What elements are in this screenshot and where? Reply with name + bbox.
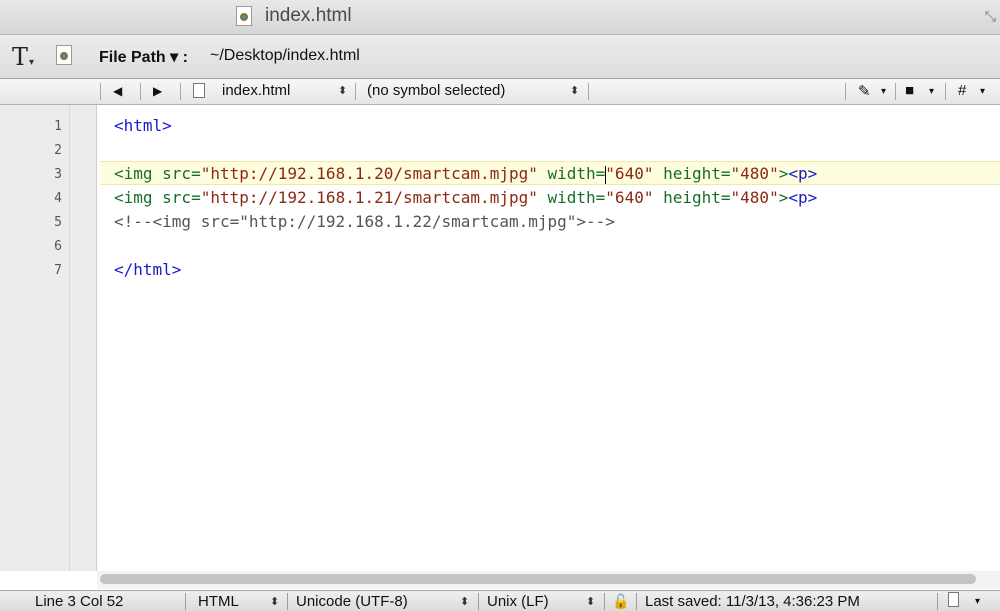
separator <box>185 593 186 610</box>
encoding-arrows-icon[interactable]: ⬍ <box>460 595 469 608</box>
symbol-popup-arrows-icon[interactable]: ⬍ <box>570 84 579 97</box>
src-attribute: src= <box>152 188 201 207</box>
language-arrows-icon[interactable]: ⬍ <box>270 595 279 608</box>
height-attribute: height= <box>653 164 731 183</box>
height-value: "480" <box>730 188 779 207</box>
back-button[interactable]: ◀ <box>113 84 122 98</box>
width-value: "640" <box>605 164 654 183</box>
preview-in-browser-icon[interactable] <box>56 45 72 65</box>
navigation-bar: ◀ ▶ index.html ⬍ (no symbol selected) ⬍ … <box>0 79 1000 105</box>
separator <box>140 83 141 100</box>
separator <box>945 83 946 100</box>
height-attribute: height= <box>653 188 731 207</box>
width-attribute: width= <box>537 164 606 183</box>
html-open-tag: <html> <box>114 116 172 135</box>
code-line-3[interactable]: <img src="http://192.168.1.20/smartcam.m… <box>114 164 817 184</box>
gutter-divider <box>69 105 70 571</box>
file-path-label[interactable]: File Path ▾ : <box>99 47 188 67</box>
path-bar: T ▾ File Path ▾ : ~/Desktop/index.html <box>0 35 1000 79</box>
separator <box>355 83 356 100</box>
lock-icon[interactable]: 🔓 <box>612 593 629 610</box>
encoding-popup[interactable]: Unicode (UTF-8) <box>296 593 408 610</box>
separator <box>604 593 605 610</box>
language-popup[interactable]: HTML <box>198 593 239 610</box>
separator <box>478 593 479 610</box>
scrollbar-thumb[interactable] <box>100 574 976 584</box>
line-number: 6 <box>54 239 62 254</box>
hash-menu-icon[interactable]: # <box>958 82 966 99</box>
line-number: 3 <box>54 167 62 182</box>
code-line-4[interactable]: <img src="http://192.168.1.21/smartcam.m… <box>114 188 817 207</box>
html-close-tag: </html> <box>114 260 182 279</box>
src-attribute: src= <box>152 164 201 183</box>
separator <box>100 83 101 100</box>
document-icon[interactable] <box>948 592 959 607</box>
horizontal-scrollbar[interactable] <box>97 571 1000 589</box>
line-number: 1 <box>54 119 62 134</box>
line-number: 5 <box>54 215 62 230</box>
status-bar: Line 3 Col 52 HTML ⬍ Unicode (UTF-8) ⬍ U… <box>0 590 1000 611</box>
chevron-down-icon[interactable]: ▾ <box>975 596 980 607</box>
line-number: 7 <box>54 263 62 278</box>
width-value: "640" <box>605 188 654 207</box>
chevron-down-icon[interactable]: ▾ <box>929 86 934 97</box>
separator <box>588 83 589 100</box>
code-line-5[interactable]: <!--<img src="http://192.168.1.22/smartc… <box>114 212 615 231</box>
tag-close: > <box>778 188 789 207</box>
cursor-position[interactable]: Line 3 Col 52 <box>35 593 123 610</box>
page-icon <box>193 83 205 98</box>
last-saved: Last saved: 11/3/13, 4:36:23 PM <box>645 593 860 610</box>
chevron-down-icon[interactable]: ▾ <box>980 86 985 97</box>
tag-close: > <box>778 164 789 183</box>
code-line-1[interactable]: <html> <box>114 116 172 135</box>
width-attribute: width= <box>537 188 606 207</box>
html-comment: <!--<img src="http://192.168.1.22/smartc… <box>114 212 615 231</box>
img-tag: <img <box>114 188 153 207</box>
height-value: "480" <box>730 164 779 183</box>
separator <box>895 83 896 100</box>
file-path-value: ~/Desktop/index.html <box>210 47 360 64</box>
text-options-dropdown-icon[interactable]: ▾ <box>29 57 34 68</box>
line-number: 2 <box>54 143 62 158</box>
counterpart-menu-icon[interactable]: ■ <box>905 82 914 99</box>
text-options-icon[interactable]: T <box>12 43 28 71</box>
src-value: "http://192.168.1.20/smartcam.mjpg" <box>200 164 538 183</box>
separator <box>845 83 846 100</box>
line-endings-arrows-icon[interactable]: ⬍ <box>586 595 595 608</box>
line-endings-popup[interactable]: Unix (LF) <box>487 593 549 610</box>
separator <box>287 593 288 610</box>
separator <box>636 593 637 610</box>
code-line-7[interactable]: </html> <box>114 260 181 279</box>
chrome-document-icon <box>236 6 252 26</box>
separator <box>937 593 938 610</box>
separator <box>180 83 181 100</box>
src-value: "http://192.168.1.21/smartcam.mjpg" <box>200 188 538 207</box>
window-title: index.html <box>265 5 352 26</box>
line-number-gutter: 1 2 3 4 5 6 7 <box>0 105 97 571</box>
title-bar: index.html ⤡ <box>0 0 1000 35</box>
line-number: 4 <box>54 191 62 206</box>
p-tag: <p> <box>788 164 818 183</box>
forward-button[interactable]: ▶ <box>153 84 162 98</box>
symbol-popup[interactable]: (no symbol selected) <box>367 82 505 99</box>
marker-menu-icon[interactable]: ✎ <box>858 82 871 100</box>
p-tag: <p> <box>788 188 818 207</box>
img-tag: <img <box>114 164 153 183</box>
file-popup[interactable]: index.html <box>222 82 290 99</box>
resize-icon[interactable]: ⤡ <box>985 8 996 25</box>
file-popup-arrows-icon[interactable]: ⬍ <box>338 84 347 97</box>
chevron-down-icon[interactable]: ▾ <box>881 86 886 97</box>
